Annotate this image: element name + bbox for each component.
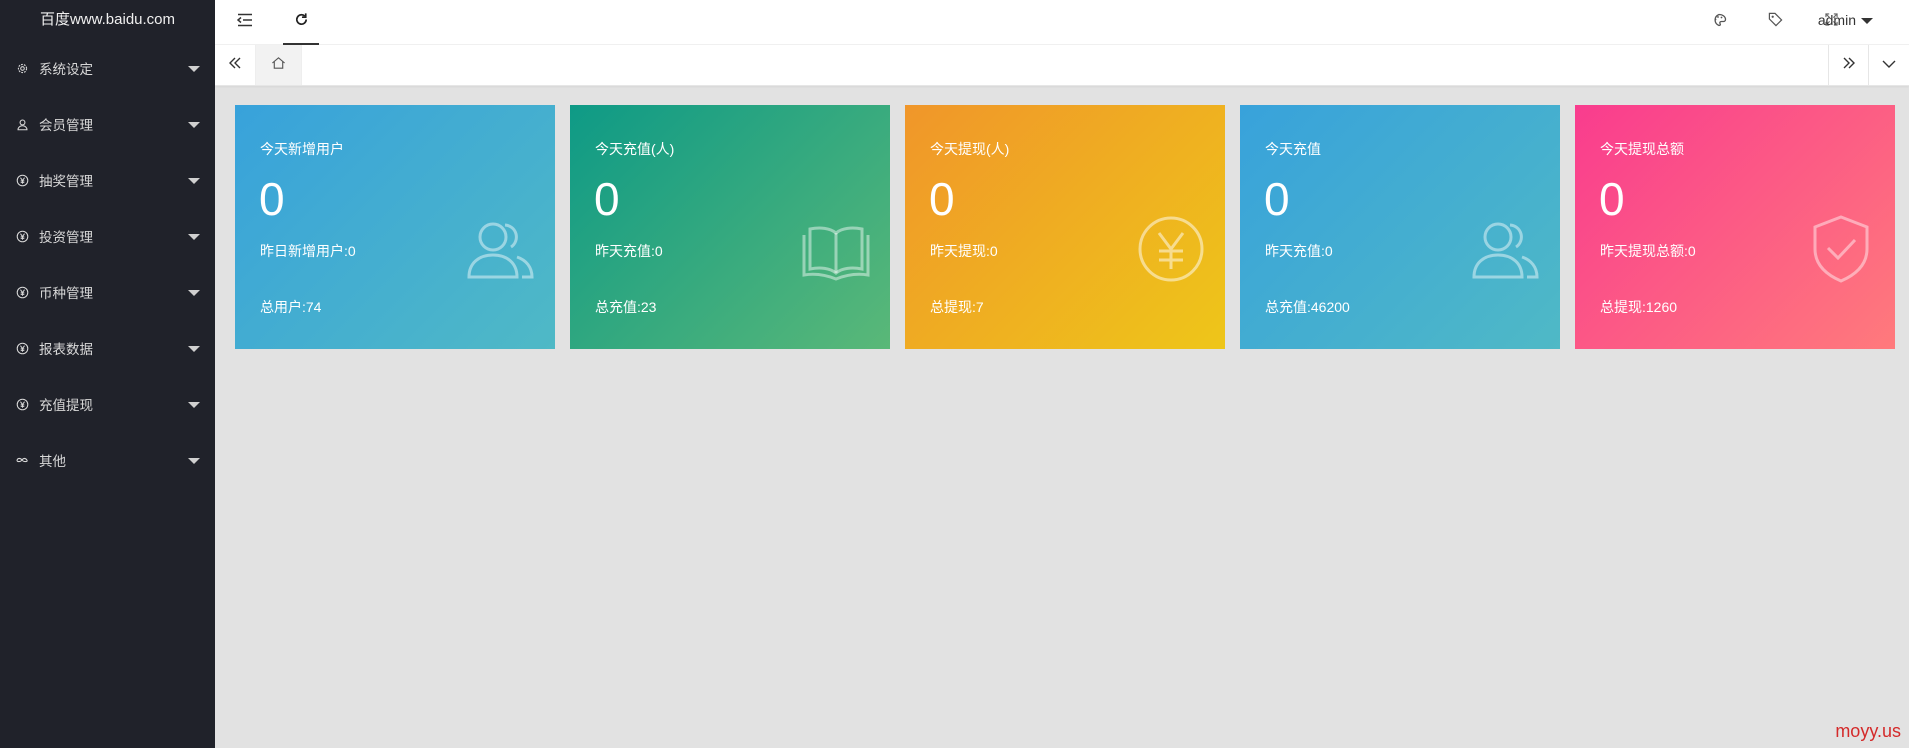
chevron-down-icon	[188, 178, 200, 184]
yen-circle-icon	[15, 397, 29, 411]
sidebar-item-label: 币种管理	[39, 286, 93, 301]
chevron-down-icon	[188, 122, 200, 128]
top-header: admin	[215, 0, 1909, 45]
sidebar-item-label: 充值提现	[39, 398, 93, 413]
chevron-down-icon	[188, 402, 200, 408]
card-total: 总用户:74	[260, 299, 322, 315]
sidebar-item-lottery[interactable]: 抽奖管理	[0, 152, 215, 208]
watermark: moyy.us	[1835, 721, 1901, 741]
double-chevron-right-icon	[1842, 56, 1856, 75]
sidebar-item-label: 系统设定	[39, 62, 93, 77]
sidebar-item-deposit-withdraw[interactable]: 充值提现	[0, 376, 215, 432]
sidebar-item-reports[interactable]: 报表数据	[0, 320, 215, 376]
card-yesterday: 昨天充值:0	[1265, 243, 1333, 259]
logo[interactable]: 百度www.baidu.com	[0, 0, 215, 40]
card-total: 总提现:1260	[1600, 299, 1678, 315]
chevron-down-icon	[188, 66, 200, 72]
sidebar-item-label: 其他	[39, 454, 66, 469]
tag-button[interactable]	[1747, 0, 1803, 44]
tag-icon	[1768, 12, 1783, 32]
username: admin	[1817, 12, 1856, 28]
book-icon	[802, 226, 870, 281]
stat-card-deposit-users: 今天充值(人) 0 昨天充值:0 总充值:23	[570, 105, 890, 349]
yen-circle-icon	[15, 285, 29, 299]
card-title: 今天提现(人)	[930, 141, 1010, 157]
tab-scroll-left-button[interactable]	[215, 45, 255, 85]
infinity-icon	[15, 453, 29, 467]
stat-card-deposit-amount: 今天充值 0 昨天充值:0 总充值:46200	[1240, 105, 1560, 349]
gear-icon	[15, 61, 29, 75]
stat-card-withdraw-users: 今天提现(人) 0 昨天提现:0 总提现:7	[905, 105, 1225, 349]
refresh-icon	[294, 12, 309, 32]
yen-circle-icon	[15, 173, 29, 187]
card-yesterday: 昨天提现总额:0	[1600, 243, 1696, 259]
sidebar-item-label: 投资管理	[39, 230, 93, 245]
caret-down-icon	[1861, 18, 1873, 25]
tab-options-button[interactable]	[1868, 45, 1909, 85]
sidebar: 百度www.baidu.com 系统设定 会员管理 抽奖管理 投资管理 币种管理…	[0, 0, 215, 748]
chevron-down-icon	[188, 458, 200, 464]
card-total: 总提现:7	[930, 299, 984, 315]
card-yesterday: 昨天提现:0	[930, 243, 998, 259]
shield-check-icon	[1813, 215, 1869, 283]
card-value: 0	[1264, 173, 1290, 225]
card-value: 0	[929, 173, 955, 225]
card-yesterday: 昨天充值:0	[595, 243, 663, 259]
menu-fold-button[interactable]	[217, 0, 273, 44]
card-title: 今天充值	[1265, 141, 1321, 157]
theme-palette-icon	[1711, 13, 1727, 32]
chevron-down-icon	[188, 290, 200, 296]
double-chevron-left-icon	[228, 56, 242, 75]
home-icon	[271, 56, 286, 75]
stat-card-new-users: 今天新增用户 0 昨日新增用户:0 总用户:74	[235, 105, 555, 349]
menu-fold-icon	[236, 13, 253, 32]
theme-button[interactable]	[1691, 0, 1747, 44]
card-total: 总充值:23	[595, 299, 657, 315]
card-value: 0	[594, 173, 620, 225]
card-title: 今天充值(人)	[595, 141, 675, 157]
user-icon	[15, 117, 29, 131]
tab-scroll-right-button[interactable]	[1828, 45, 1869, 85]
card-yesterday: 昨日新增用户:0	[260, 243, 356, 259]
user-menu[interactable]: admin	[1818, 0, 1873, 40]
card-value: 0	[1599, 173, 1625, 225]
tab-bar	[215, 45, 1909, 86]
sidebar-item-label: 抽奖管理	[39, 174, 93, 189]
sidebar-menu: 系统设定 会员管理 抽奖管理 投资管理 币种管理 报表数据 充值提现 其他	[0, 40, 215, 488]
sidebar-item-members[interactable]: 会员管理	[0, 96, 215, 152]
card-value: 0	[259, 173, 285, 225]
refresh-button[interactable]	[273, 0, 329, 45]
yen-circle-icon	[15, 229, 29, 243]
sidebar-item-label: 报表数据	[39, 342, 93, 357]
sidebar-item-system-settings[interactable]: 系统设定	[0, 40, 215, 96]
chevron-down-icon	[188, 234, 200, 240]
card-title: 今天提现总额	[1600, 141, 1684, 157]
sidebar-item-label: 会员管理	[39, 118, 93, 133]
users-icon	[1472, 222, 1539, 279]
stat-card-withdraw-amount: 今天提现总额 0 昨天提现总额:0 总提现:1260	[1575, 105, 1895, 349]
card-title: 今天新增用户	[260, 141, 344, 157]
yen-circle-icon	[1138, 216, 1204, 282]
sidebar-item-investment[interactable]: 投资管理	[0, 208, 215, 264]
yen-circle-icon	[15, 341, 29, 355]
users-icon	[467, 222, 534, 279]
sidebar-item-other[interactable]: 其他	[0, 432, 215, 488]
chevron-down-icon	[188, 346, 200, 352]
sidebar-item-currency[interactable]: 币种管理	[0, 264, 215, 320]
tab-home[interactable]	[255, 45, 302, 85]
chevron-down-icon	[1882, 56, 1896, 74]
card-total: 总充值:46200	[1265, 299, 1350, 315]
